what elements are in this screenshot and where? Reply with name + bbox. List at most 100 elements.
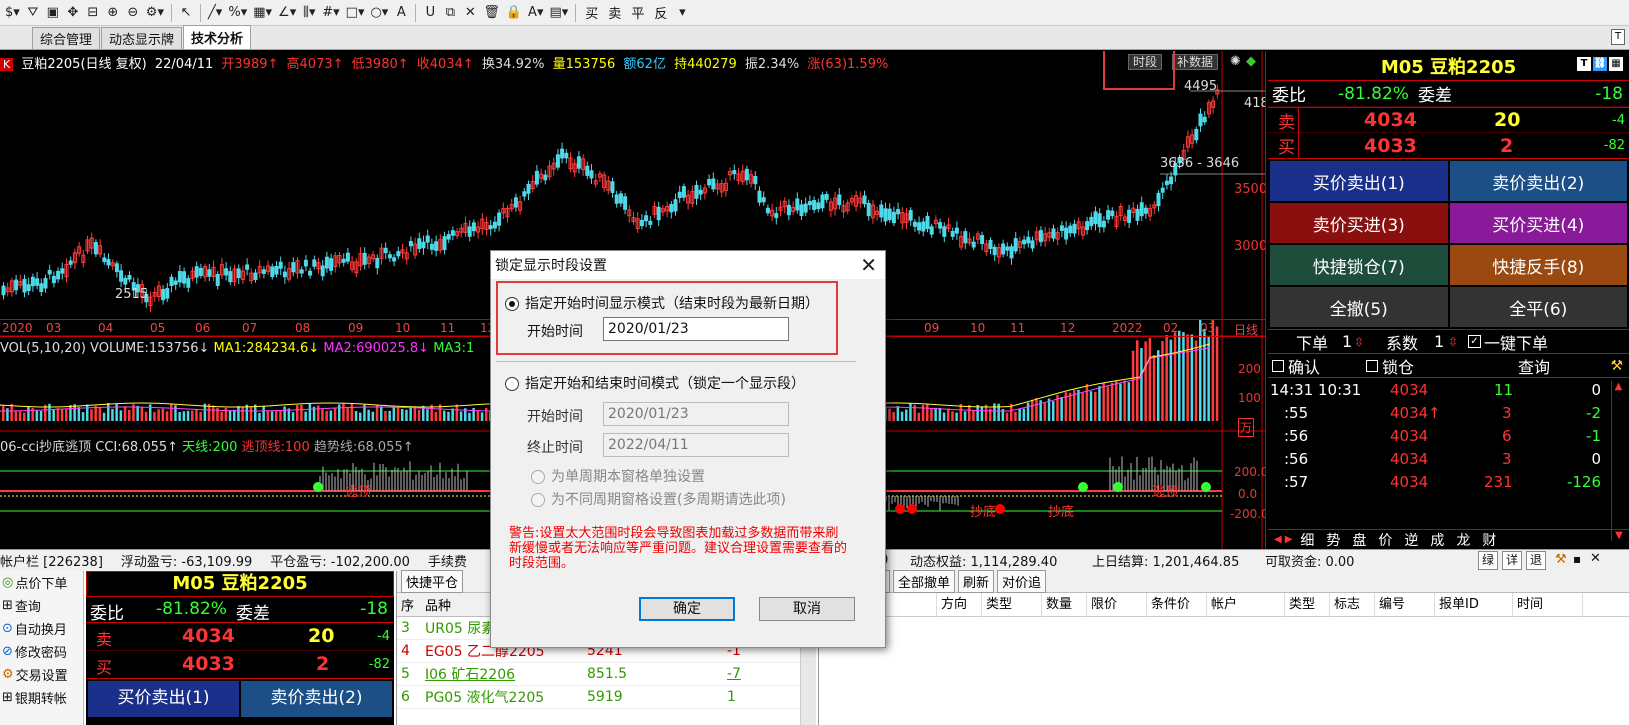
link-icon[interactable]: ⛓ — [1593, 57, 1607, 71]
prev-icon[interactable]: ◀ — [1274, 534, 1282, 545]
lock-icon[interactable]: 🔒 — [503, 2, 525, 24]
col-limit[interactable]: 限价 — [1087, 592, 1147, 617]
rect-tool-icon[interactable]: □▾ — [343, 2, 368, 24]
col-qty[interactable]: 数量 — [1042, 592, 1087, 617]
coef-value[interactable]: 1 — [1434, 332, 1444, 351]
bars-tool-icon[interactable]: ⫼▾ — [299, 2, 319, 24]
nav-item-auto-roll[interactable]: ⊙ 自动换月 — [0, 617, 83, 640]
radio-on-icon[interactable] — [505, 297, 519, 311]
grid-icon[interactable]: ▦ — [1609, 57, 1623, 71]
filter-icon[interactable]: ⛛ — [23, 2, 43, 24]
green-button[interactable]: 绿 — [1478, 551, 1498, 570]
next-icon[interactable]: ▶ — [1285, 534, 1293, 545]
t-icon[interactable]: T — [1577, 57, 1591, 71]
menu-reverse[interactable]: 反 — [649, 3, 672, 22]
supplement-data-button[interactable]: 补数据 — [1172, 54, 1219, 70]
quick-reverse-button[interactable]: 快捷反手(8) — [1449, 245, 1627, 285]
chase-price-button[interactable]: 对价追 — [997, 570, 1047, 593]
ask-sell-button[interactable]: 卖价卖出(2) — [1449, 161, 1627, 201]
tab-trend[interactable]: 势 — [1326, 530, 1340, 550]
nav-item-click-order[interactable]: ◎ 点价下单 — [0, 571, 83, 594]
nav-item-query[interactable]: ⊞ 查询 — [0, 594, 83, 617]
chevron-down-icon[interactable]: ▾ — [672, 2, 692, 24]
confirm-checkbox[interactable] — [1272, 360, 1284, 372]
bid-sell-button[interactable]: 买价卖出(1) — [1270, 161, 1448, 201]
style-icon[interactable]: ▤▾ — [546, 2, 571, 24]
option1-radio[interactable]: 指定开始时间显示模式（结束时段为最新日期） — [505, 293, 819, 313]
tab-price[interactable]: 价 — [1378, 530, 1392, 550]
radio-disabled-icon[interactable] — [531, 470, 545, 484]
radio-off-icon[interactable] — [505, 377, 519, 391]
col-direction[interactable]: 方向 — [937, 592, 982, 617]
tab-technical-analysis[interactable]: 技术分析 — [183, 25, 252, 49]
menu-buy[interactable]: 买 — [580, 3, 603, 22]
one-key-checkbox[interactable]: ✓ — [1468, 335, 1481, 348]
menu-sell[interactable]: 卖 — [603, 3, 626, 22]
move-icon[interactable]: ✥ — [63, 2, 83, 24]
coef-stepper-icon[interactable]: ⇳ — [1448, 335, 1458, 349]
magnet-icon[interactable]: U — [420, 2, 440, 24]
detail-button[interactable]: 详 — [1502, 551, 1522, 570]
tools-icon[interactable]: ⚒ — [1610, 358, 1623, 374]
col-number[interactable]: 编号 — [1375, 592, 1435, 617]
bid-buy-button[interactable]: 买价买进(4) — [1449, 203, 1627, 243]
nav-item-password[interactable]: ⊘ 修改密码 — [0, 640, 83, 663]
sub-option1-radio[interactable]: 为单周期本窗格单独设置 — [531, 466, 705, 486]
cursor-icon[interactable]: ↖ — [176, 2, 196, 24]
line-tool-icon[interactable]: ╱▾ — [205, 2, 225, 24]
percent-tool-icon[interactable]: %▾ — [225, 2, 250, 24]
cancel-button[interactable]: 取消 — [759, 597, 855, 621]
tab-finance[interactable]: 财 — [1482, 530, 1496, 550]
grid-tool-icon[interactable]: ▦▾ — [250, 2, 275, 24]
close-all-button[interactable]: 全平(6) — [1449, 287, 1627, 327]
hash-tool-icon[interactable]: #▾ — [319, 2, 342, 24]
close-icon[interactable]: ✕ — [860, 253, 877, 277]
option2-radio[interactable]: 指定开始和结束时间模式（锁定一个显示段） — [505, 373, 805, 393]
col-type[interactable]: 类型 — [982, 592, 1042, 617]
ask-sell-button[interactable]: 卖价卖出(2) — [241, 681, 392, 717]
col-time[interactable]: 时间 — [1513, 592, 1583, 617]
tab-detail[interactable]: 细 — [1300, 530, 1314, 550]
lock-checkbox[interactable] — [1366, 360, 1378, 372]
tick-scrollbar[interactable]: ▲ ▼ — [1611, 381, 1625, 541]
gear-icon[interactable]: ⚙▾ — [143, 2, 167, 24]
bid-sell-button[interactable]: 买价卖出(1) — [88, 681, 239, 717]
table-row[interactable]: 6 PG05 液化气2205 5919 1 — [397, 686, 816, 709]
tools-icon[interactable]: ⚒ — [1555, 552, 1567, 567]
zoom-in-icon[interactable]: ⊕ — [103, 2, 123, 24]
minimize-icon[interactable]: ▪ — [1573, 552, 1581, 566]
tab-reverse[interactable]: 逆 — [1404, 530, 1418, 550]
angle-tool-icon[interactable]: ∠▾ — [275, 2, 299, 24]
refresh-button[interactable]: 刷新 — [958, 570, 995, 593]
ask-buy-button[interactable]: 卖价买进(3) — [1270, 203, 1448, 243]
end-time-input[interactable]: 2022/04/11 — [603, 433, 789, 457]
col-flag[interactable]: 标志 — [1330, 592, 1375, 617]
col-account[interactable]: 帐户 — [1207, 592, 1285, 617]
text-tool-icon[interactable]: A — [391, 2, 411, 24]
quick-close-button[interactable]: 快捷平仓 — [401, 570, 464, 593]
tab-dragon[interactable]: 龙 — [1456, 530, 1470, 550]
start-time-input[interactable]: 2020/01/23 — [603, 317, 789, 341]
chart-settings-icon[interactable]: ▣ — [43, 2, 63, 24]
col-type2[interactable]: 类型 — [1285, 592, 1330, 617]
layout-icon[interactable]: ⊟ — [83, 2, 103, 24]
back-button[interactable]: 退 — [1526, 551, 1546, 570]
ellipse-tool-icon[interactable]: ○▾ — [367, 2, 391, 24]
cancel-all-button[interactable]: 全撤(5) — [1270, 287, 1448, 327]
sub-option2-radio[interactable]: 为不同周期窗格设置(多周期请选此项) — [531, 489, 786, 509]
cancel-all-orders-button[interactable]: 全部撤单 — [893, 570, 956, 593]
tab-dynamic-board[interactable]: 动态显示牌 — [101, 27, 183, 49]
zoom-out-icon[interactable]: ⊖ — [123, 2, 143, 24]
col-condition[interactable]: 条件价 — [1147, 592, 1207, 617]
nav-item-bank-transfer[interactable]: ⊞ 银期转帐 — [0, 686, 83, 709]
qty-stepper-icon[interactable]: ⇳ — [1354, 335, 1364, 349]
quick-lock-button[interactable]: 快捷锁仓(7) — [1270, 245, 1448, 285]
diamond-icon[interactable]: ◆ — [1246, 54, 1256, 69]
scroll-up-icon[interactable]: ▲ — [1612, 381, 1625, 392]
close-icon[interactable]: ✕ — [1590, 551, 1601, 566]
trash-icon[interactable]: 🗑 — [480, 2, 503, 24]
menu-close[interactable]: 平 — [626, 3, 649, 22]
panel-toggle-icon[interactable]: T — [1611, 29, 1625, 45]
start2-time-input[interactable]: 2020/01/23 — [603, 402, 789, 426]
tab-depth[interactable]: 盘 — [1352, 530, 1366, 550]
